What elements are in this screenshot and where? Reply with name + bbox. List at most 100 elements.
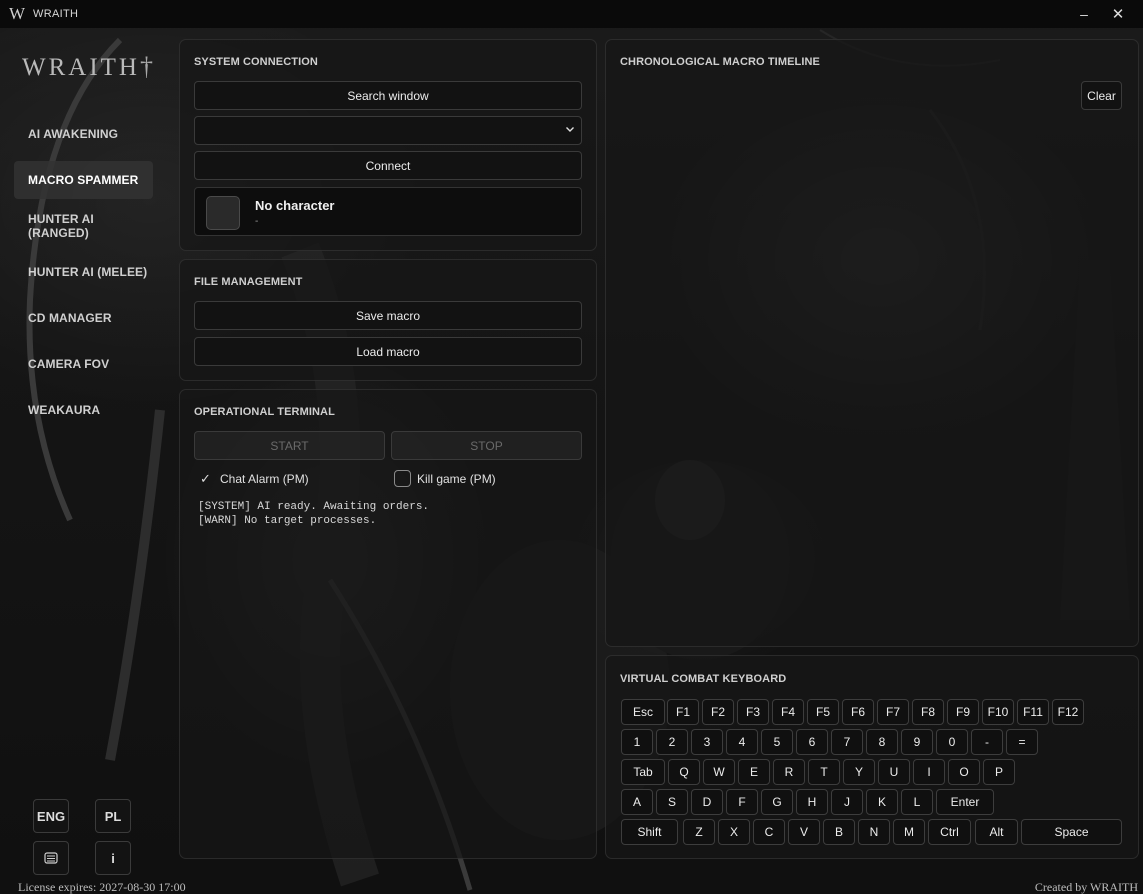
terminal-log: [SYSTEM] AI ready. Awaiting orders. [WAR… (198, 501, 430, 527)
key-0[interactable]: 0 (936, 729, 968, 755)
window-select[interactable] (194, 116, 582, 145)
macro-timeline-title: CHRONOLOGICAL MACRO TIMELINE (620, 56, 820, 68)
key-f2[interactable]: F2 (702, 699, 734, 725)
language-eng-button[interactable]: ENG (33, 799, 69, 833)
clear-timeline-button[interactable]: Clear (1081, 81, 1122, 110)
key-f6[interactable]: F6 (842, 699, 874, 725)
key-e[interactable]: E (738, 759, 770, 785)
chevron-down-icon (566, 127, 574, 132)
kill-game-label: Kill game (PM) (417, 471, 496, 486)
key-8[interactable]: 8 (866, 729, 898, 755)
character-subtitle: - (255, 216, 259, 227)
key-n[interactable]: N (858, 819, 890, 845)
language-pl-button[interactable]: PL (95, 799, 131, 833)
avatar (206, 196, 240, 230)
connect-button[interactable]: Connect (194, 151, 582, 180)
sidebar-item-hunter-ai-melee[interactable]: HUNTER AI (MELEE) (14, 253, 153, 291)
key-w[interactable]: W (703, 759, 735, 785)
key-u[interactable]: U (878, 759, 910, 785)
key-b[interactable]: B (823, 819, 855, 845)
sidebar-item-weakaura[interactable]: WEAKAURA (14, 391, 153, 429)
key-i[interactable]: I (913, 759, 945, 785)
stop-button[interactable]: STOP (391, 431, 582, 460)
key-f12[interactable]: F12 (1052, 699, 1084, 725)
sidebar-item-cd-manager[interactable]: CD MANAGER (14, 299, 153, 337)
key-p[interactable]: P (983, 759, 1015, 785)
key-h[interactable]: H (796, 789, 828, 815)
license-expiry: License expires: 2027-08-30 17:00 (18, 880, 186, 894)
key-equals[interactable]: = (1006, 729, 1038, 755)
app-logo-icon: W (9, 4, 26, 23)
key-4[interactable]: 4 (726, 729, 758, 755)
key-6[interactable]: 6 (796, 729, 828, 755)
sidebar-item-ai-awakening[interactable]: AI AWAKENING (14, 115, 153, 153)
key-z[interactable]: Z (683, 819, 715, 845)
key-9[interactable]: 9 (901, 729, 933, 755)
sidebar-item-camera-fov[interactable]: CAMERA FOV (14, 345, 153, 383)
chat-alarm-label: Chat Alarm (PM) (220, 471, 309, 486)
key-esc[interactable]: Esc (621, 699, 665, 725)
key-f8[interactable]: F8 (912, 699, 944, 725)
key-f1[interactable]: F1 (667, 699, 699, 725)
operational-terminal-title: OPERATIONAL TERMINAL (194, 406, 335, 418)
key-space[interactable]: Space (1021, 819, 1122, 845)
key-l[interactable]: L (901, 789, 933, 815)
credit-text: Created by WRAITH (1034, 880, 1138, 894)
search-window-button[interactable]: Search window (194, 81, 582, 110)
key-tab[interactable]: Tab (621, 759, 665, 785)
key-x[interactable]: X (718, 819, 750, 845)
key-ctrl[interactable]: Ctrl (928, 819, 971, 845)
key-1[interactable]: 1 (621, 729, 653, 755)
key-f3[interactable]: F3 (737, 699, 769, 725)
discord-glyph-icon (44, 852, 58, 864)
key-m[interactable]: M (893, 819, 925, 845)
key-k[interactable]: K (866, 789, 898, 815)
key-enter[interactable]: Enter (936, 789, 994, 815)
key-minus[interactable]: - (971, 729, 1003, 755)
dagger-icon: † (139, 52, 156, 81)
key-shift[interactable]: Shift (621, 819, 678, 845)
key-y[interactable]: Y (843, 759, 875, 785)
key-c[interactable]: C (753, 819, 785, 845)
sidebar-item-macro-spammer[interactable]: MACRO SPAMMER (14, 161, 153, 199)
macro-timeline-panel (605, 39, 1139, 647)
kill-game-checkbox[interactable]: Kill game (PM) (394, 470, 496, 487)
key-v[interactable]: V (788, 819, 820, 845)
system-connection-title: SYSTEM CONNECTION (194, 56, 318, 68)
key-f5[interactable]: F5 (807, 699, 839, 725)
window-title: WRAITH (33, 8, 79, 20)
key-3[interactable]: 3 (691, 729, 723, 755)
start-button[interactable]: START (194, 431, 385, 460)
key-j[interactable]: J (831, 789, 863, 815)
minimize-button[interactable]: – (1069, 0, 1099, 28)
chat-alarm-checkbox[interactable]: ✓ Chat Alarm (PM) (197, 470, 309, 487)
key-f11[interactable]: F11 (1017, 699, 1049, 725)
save-macro-button[interactable]: Save macro (194, 301, 582, 330)
key-s[interactable]: S (656, 789, 688, 815)
key-2[interactable]: 2 (656, 729, 688, 755)
close-button[interactable]: ✕ (1103, 0, 1133, 28)
key-g[interactable]: G (761, 789, 793, 815)
key-f9[interactable]: F9 (947, 699, 979, 725)
key-f10[interactable]: F10 (982, 699, 1014, 725)
load-macro-button[interactable]: Load macro (194, 337, 582, 366)
discord-icon[interactable] (33, 841, 69, 875)
character-card: No character - (194, 187, 582, 236)
sidebar-item-hunter-ai-ranged[interactable]: HUNTER AI (RANGED) (14, 207, 153, 245)
key-q[interactable]: Q (668, 759, 700, 785)
key-f4[interactable]: F4 (772, 699, 804, 725)
key-alt[interactable]: Alt (975, 819, 1018, 845)
key-d[interactable]: D (691, 789, 723, 815)
logo-text: WRAITH (22, 54, 140, 81)
key-7[interactable]: 7 (831, 729, 863, 755)
app-logo: WRAITH† (22, 52, 156, 82)
info-button[interactable]: i (95, 841, 131, 875)
key-t[interactable]: T (808, 759, 840, 785)
file-management-title: FILE MANAGEMENT (194, 276, 303, 288)
key-o[interactable]: O (948, 759, 980, 785)
key-a[interactable]: A (621, 789, 653, 815)
key-f[interactable]: F (726, 789, 758, 815)
key-r[interactable]: R (773, 759, 805, 785)
key-f7[interactable]: F7 (877, 699, 909, 725)
key-5[interactable]: 5 (761, 729, 793, 755)
